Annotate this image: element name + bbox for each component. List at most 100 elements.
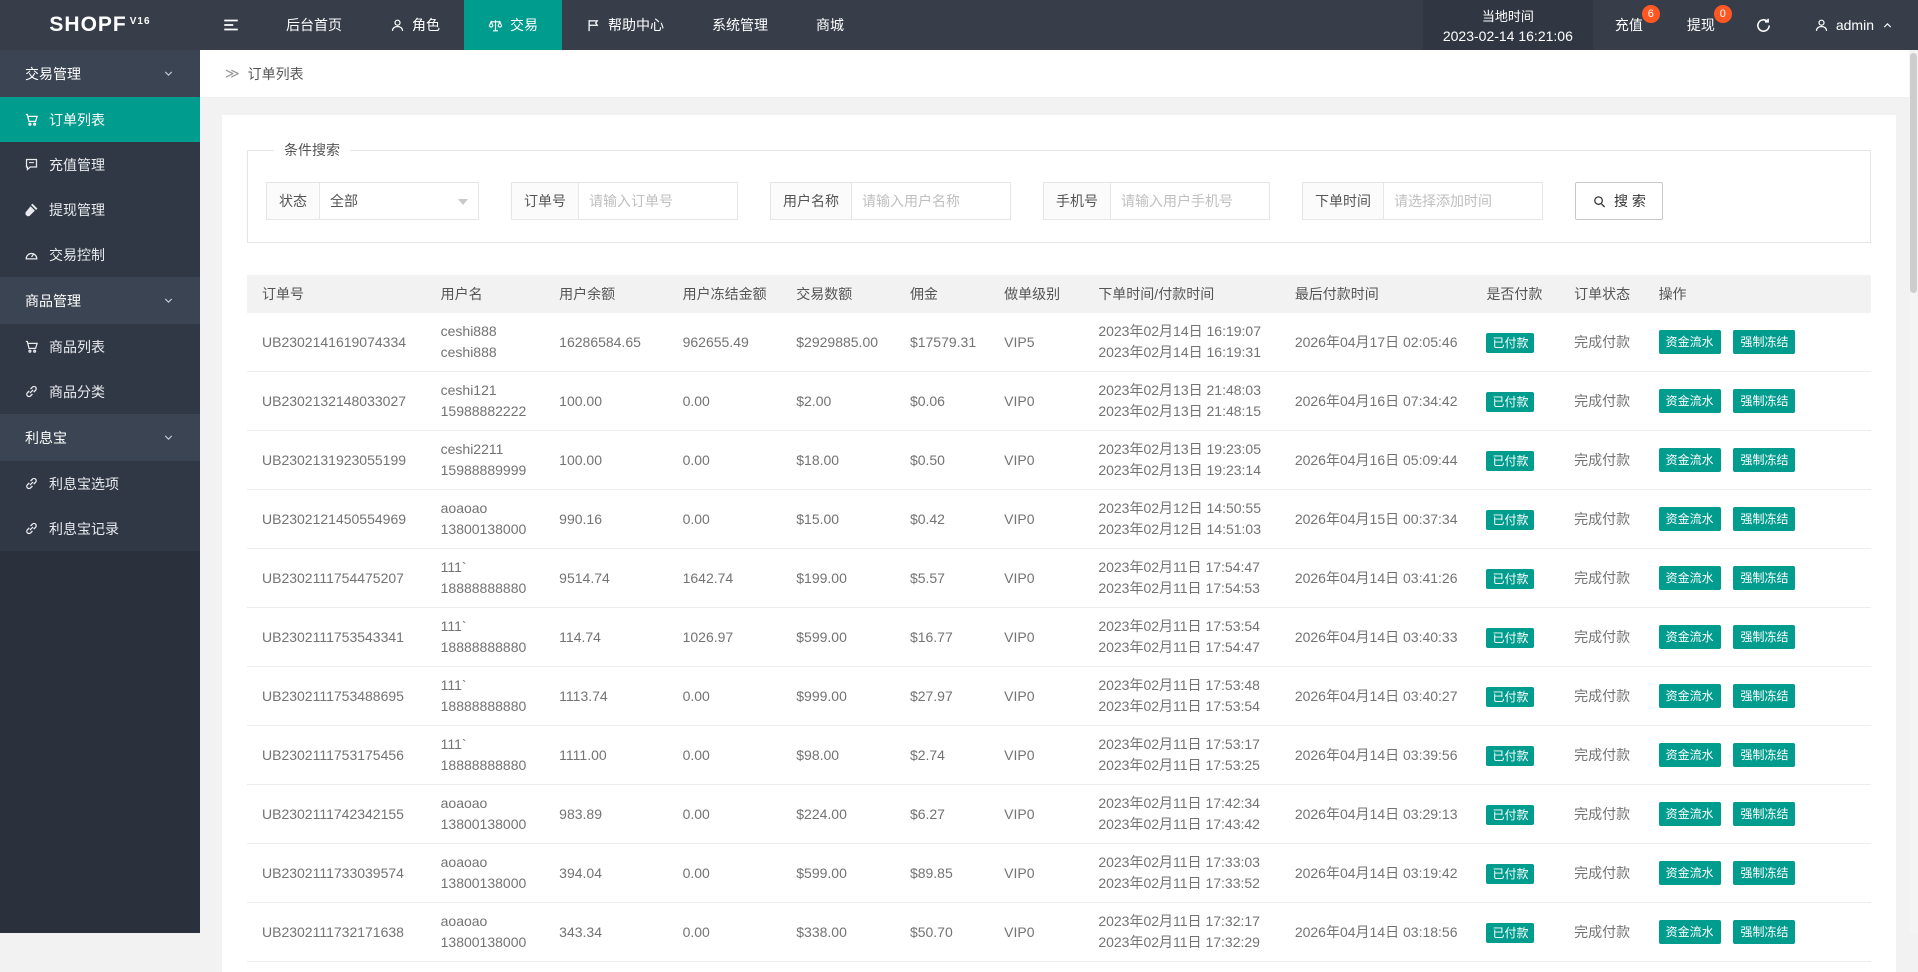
username-cell: ceshi2211 15988889999 (426, 431, 545, 490)
brand-name: SHOPF (49, 13, 126, 37)
username-input[interactable] (852, 183, 1010, 219)
status-select[interactable]: 全部 (320, 183, 478, 219)
order-no-cell: UB2302141619074334 (247, 313, 426, 372)
status-label: 状态 (267, 183, 320, 219)
force-freeze-button[interactable]: 强制冻结 (1733, 861, 1795, 885)
order-time-cell: 2023年02月12日 14:50:55 2023年02月12日 14:51:0… (1083, 490, 1280, 549)
level-cell: VIP0 (989, 903, 1083, 962)
sidebar-group-goods[interactable]: 商品管理 (0, 277, 200, 324)
topnav-item-system[interactable]: 系统管理 (688, 0, 792, 50)
sidebar-item-recharge[interactable]: 充值管理 (0, 142, 200, 187)
chevron-down-icon (162, 67, 175, 80)
sidebar-item-lixibao-records[interactable]: 利息宝记录 (0, 506, 200, 551)
username-cell: ceshi888 ceshi888 (426, 313, 545, 372)
admin-menu[interactable]: admin (1790, 0, 1918, 50)
app-logo[interactable]: SHOPFV16 (0, 0, 200, 50)
fund-flow-button[interactable]: 资金流水 (1659, 684, 1721, 708)
scrollbar-thumb[interactable] (1910, 53, 1917, 293)
amount-cell: $18.00 (781, 431, 895, 490)
fund-flow-button[interactable]: 资金流水 (1659, 448, 1721, 472)
phone-input[interactable] (1111, 183, 1269, 219)
level-cell: VIP0 (989, 608, 1083, 667)
level-cell: VIP0 (989, 785, 1083, 844)
page-scrollbar[interactable] (1909, 50, 1918, 933)
balance-cell: 983.89 (544, 785, 667, 844)
force-freeze-button[interactable]: 强制冻结 (1733, 389, 1795, 413)
fund-flow-button[interactable]: 资金流水 (1659, 920, 1721, 944)
sidebar-item-goods-list[interactable]: 商品列表 (0, 324, 200, 369)
order-no-cell: UB2302121450554969 (247, 490, 426, 549)
link-icon (24, 521, 39, 536)
main-content: ≫ 订单列表 条件搜索 状态 全部 订单号 用户名称 (200, 50, 1918, 933)
username-cell: ceshi121 15988882222 (426, 372, 545, 431)
withdraw-link[interactable]: 提现 0 (1665, 0, 1737, 50)
actions-cell: 资金流水 强制冻结 (1644, 431, 1871, 490)
sidebar-collapse-button[interactable] (200, 0, 262, 50)
topnav-item-home[interactable]: 后台首页 (262, 0, 366, 50)
link-icon (24, 476, 39, 491)
force-freeze-button[interactable]: 强制冻结 (1733, 743, 1795, 767)
sidebar-item-goods-category[interactable]: 商品分类 (0, 369, 200, 414)
paid-cell: 已付款 (1471, 608, 1559, 667)
force-freeze-button[interactable]: 强制冻结 (1733, 566, 1795, 590)
fund-flow-button[interactable]: 资金流水 (1659, 507, 1721, 531)
commission-cell: $0.06 (895, 372, 989, 431)
fund-flow-button[interactable]: 资金流水 (1659, 389, 1721, 413)
order-no-input[interactable] (579, 183, 737, 219)
commission-cell: $16.77 (895, 608, 989, 667)
paid-cell: 已付款 (1471, 490, 1559, 549)
sidebar-item-trade-control[interactable]: 交易控制 (0, 232, 200, 277)
order-time-cell: 2023年02月11日 17:42:34 2023年02月11日 17:43:4… (1083, 785, 1280, 844)
username-cell: aoaoao 13800138000 (426, 490, 545, 549)
order-time-cell: 2023年02月11日 17:53:17 2023年02月11日 17:53:2… (1083, 726, 1280, 785)
col-commission: 佣金 (895, 275, 989, 313)
topnav-item-trade[interactable]: 交易 (464, 0, 562, 50)
fund-flow-button[interactable]: 资金流水 (1659, 330, 1721, 354)
table-row: UB2302111733039574 aoaoao 13800138000 39… (247, 844, 1871, 903)
commission-cell: $0.42 (895, 490, 989, 549)
force-freeze-button[interactable]: 强制冻结 (1733, 330, 1795, 354)
sidebar-item-order-list[interactable]: 订单列表 (0, 97, 200, 142)
username-cell: 111` 18888888880 (426, 608, 545, 667)
fund-flow-button[interactable]: 资金流水 (1659, 861, 1721, 885)
content-card: 条件搜索 状态 全部 订单号 用户名称 手 (222, 115, 1896, 972)
sidebar-group-lixibao[interactable]: 利息宝 (0, 414, 200, 461)
order-time-cell: 2023年02月11日 17:53:48 2023年02月11日 17:53:5… (1083, 667, 1280, 726)
force-freeze-button[interactable]: 强制冻结 (1733, 625, 1795, 649)
cart-icon (24, 339, 39, 354)
fund-flow-button[interactable]: 资金流水 (1659, 625, 1721, 649)
fund-flow-button[interactable]: 资金流水 (1659, 743, 1721, 767)
sidebar-group-trade[interactable]: 交易管理 (0, 50, 200, 97)
username-cell: 111` 18888888880 (426, 549, 545, 608)
status-cell: 完成付款 (1559, 490, 1643, 549)
sidebar-item-lixibao-options[interactable]: 利息宝选项 (0, 461, 200, 506)
force-freeze-button[interactable]: 强制冻结 (1733, 507, 1795, 531)
col-order-time: 下单时间/付款时间 (1083, 275, 1280, 313)
recharge-link[interactable]: 充值 6 (1593, 0, 1665, 50)
topnav-item-mall[interactable]: 商城 (792, 0, 868, 50)
force-freeze-button[interactable]: 强制冻结 (1733, 920, 1795, 944)
fund-flow-button[interactable]: 资金流水 (1659, 802, 1721, 826)
topnav-item-help[interactable]: 帮助中心 (562, 0, 688, 50)
recharge-count-badge: 6 (1642, 5, 1660, 23)
search-button[interactable]: 搜 索 (1575, 182, 1663, 220)
balance-cell: 9514.74 (544, 549, 667, 608)
force-freeze-button[interactable]: 强制冻结 (1733, 802, 1795, 826)
paid-cell: 已付款 (1471, 431, 1559, 490)
table-row: UB2302141619074334 ceshi888 ceshi888 162… (247, 313, 1871, 372)
status-cell: 完成付款 (1559, 667, 1643, 726)
refresh-button[interactable] (1737, 0, 1790, 50)
select-arrow-icon (458, 199, 468, 205)
topnav-item-roles[interactable]: 角色 (366, 0, 464, 50)
fund-flow-button[interactable]: 资金流水 (1659, 566, 1721, 590)
frozen-cell: 0.00 (668, 785, 782, 844)
order-no-cell: UB2302111753488695 (247, 667, 426, 726)
sidebar-item-withdraw[interactable]: 提现管理 (0, 187, 200, 232)
balance-cell: 100.00 (544, 372, 667, 431)
order-time-input[interactable] (1384, 183, 1542, 219)
order-no-cell: UB2302111753175456 (247, 726, 426, 785)
paid-cell: 已付款 (1471, 667, 1559, 726)
paid-cell: 已付款 (1471, 313, 1559, 372)
force-freeze-button[interactable]: 强制冻结 (1733, 684, 1795, 708)
force-freeze-button[interactable]: 强制冻结 (1733, 448, 1795, 472)
